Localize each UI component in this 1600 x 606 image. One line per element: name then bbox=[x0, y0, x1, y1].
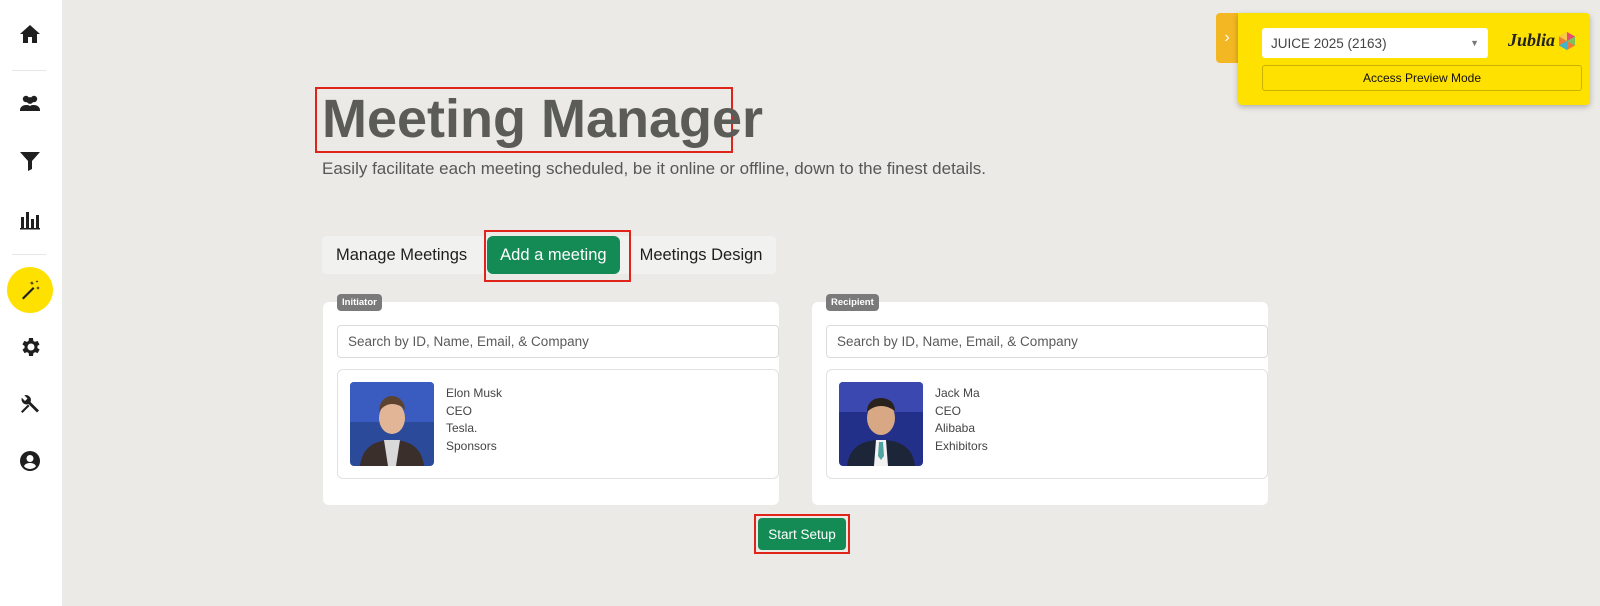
sidebar bbox=[0, 0, 62, 606]
initiator-avatar bbox=[350, 382, 434, 466]
recipient-company: Alibaba bbox=[935, 421, 976, 435]
recipient-badge: Recipient bbox=[826, 294, 879, 311]
tab-manage-meetings[interactable]: Manage Meetings bbox=[322, 236, 481, 274]
sidebar-divider bbox=[12, 70, 46, 71]
gear-icon[interactable] bbox=[7, 324, 53, 370]
jublia-logo: Jublia bbox=[1508, 30, 1577, 51]
start-setup-button[interactable]: Start Setup bbox=[758, 518, 846, 550]
page-subtitle: Easily facilitate each meeting scheduled… bbox=[322, 159, 987, 178]
filter-icon[interactable] bbox=[7, 138, 53, 184]
recipient-role: CEO bbox=[935, 403, 962, 418]
initiator-category: Sponsors bbox=[446, 438, 497, 453]
tools-icon[interactable] bbox=[7, 381, 53, 427]
tab-highlight bbox=[484, 230, 631, 282]
access-preview-button[interactable]: Access Preview Mode bbox=[1262, 65, 1582, 91]
logo-text: Jublia bbox=[1508, 30, 1556, 50]
event-select[interactable]: JUICE 2025 (2163) ▼ bbox=[1262, 28, 1488, 58]
users-icon[interactable] bbox=[7, 80, 53, 126]
initiator-badge: Initiator bbox=[337, 294, 382, 311]
page-title: Meeting Manager bbox=[322, 89, 764, 149]
initiator-profile-card[interactable]: Elon Musk CEO Tesla. Sponsors bbox=[337, 369, 779, 479]
initiator-role: CEO bbox=[446, 403, 473, 418]
recipient-card: Recipient Jack Ma CEO Alibaba Exhibitors bbox=[812, 294, 1268, 505]
recipient-info: Jack Ma CEO Alibaba Exhibitors bbox=[935, 385, 988, 455]
initiator-info: Elon Musk CEO Tesla. Sponsors bbox=[446, 385, 502, 455]
initiator-company: Tesla. bbox=[446, 421, 478, 435]
chart-icon[interactable] bbox=[7, 196, 53, 242]
initiator-name: Elon Musk bbox=[446, 386, 503, 400]
initiator-search-input[interactable] bbox=[337, 325, 779, 358]
collapse-panel-toggle[interactable]: › bbox=[1216, 13, 1238, 63]
recipient-profile-card[interactable]: Jack Ma CEO Alibaba Exhibitors bbox=[826, 369, 1268, 479]
tab-meetings-design[interactable]: Meetings Design bbox=[626, 236, 777, 274]
chevron-down-icon: ▼ bbox=[1470, 38, 1479, 48]
account-icon[interactable] bbox=[7, 438, 53, 484]
initiator-card: Initiator Elon Musk CEO Tesla. Sponsors bbox=[323, 294, 779, 505]
recipient-name: Jack Ma bbox=[935, 386, 980, 400]
event-select-value: JUICE 2025 (2163) bbox=[1271, 35, 1387, 51]
recipient-category: Exhibitors bbox=[935, 438, 988, 453]
recipient-search-input[interactable] bbox=[826, 325, 1268, 358]
event-panel: JUICE 2025 (2163) ▼ Jublia Access Previe… bbox=[1238, 13, 1590, 105]
magic-wand-icon[interactable] bbox=[7, 267, 53, 313]
recipient-avatar bbox=[839, 382, 923, 466]
chevron-right-icon: › bbox=[1224, 29, 1230, 46]
home-icon[interactable] bbox=[7, 11, 53, 57]
logo-mark-icon bbox=[1559, 31, 1576, 50]
sidebar-divider bbox=[12, 254, 46, 255]
